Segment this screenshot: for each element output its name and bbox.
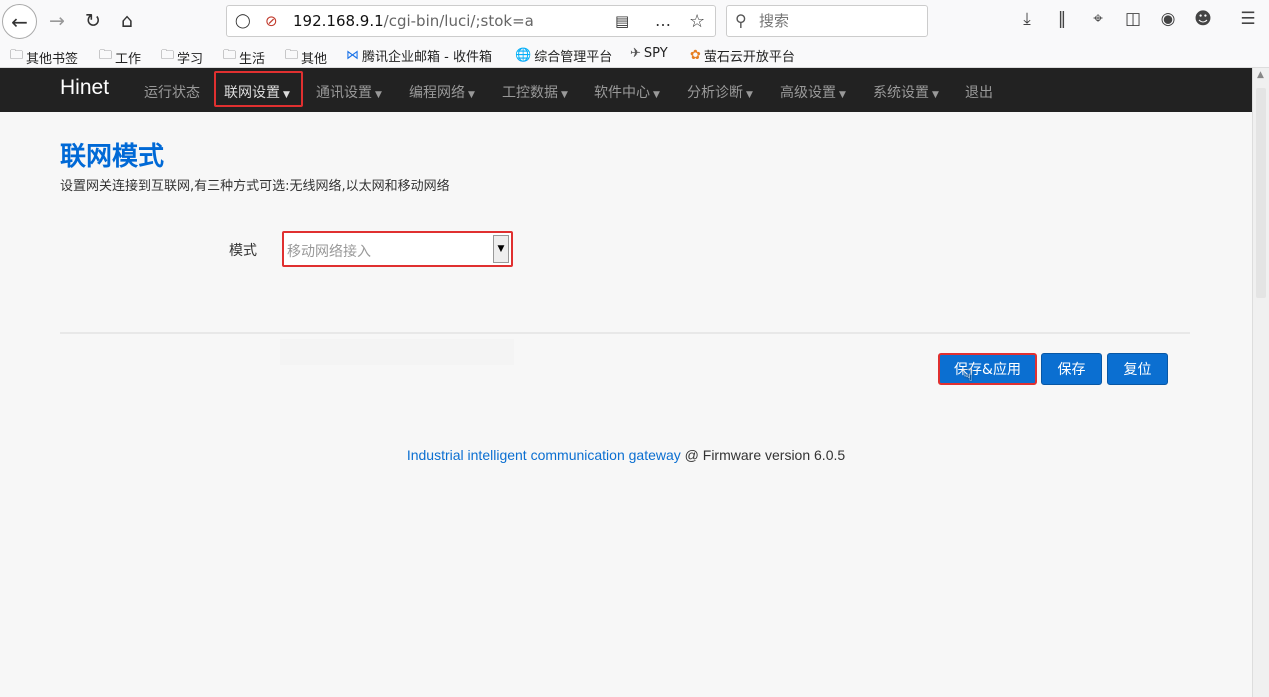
save-apply-button[interactable]: 保存&应用 xyxy=(938,353,1037,385)
url-bar[interactable]: ◯ ⊘ 192.168.9.1/cgi-bin/luci/;stok=a6e1e… xyxy=(226,5,716,37)
menu-icon[interactable]: ☰ xyxy=(1236,9,1260,29)
nav-item-logout[interactable]: 退出 xyxy=(965,82,993,102)
search-input[interactable] xyxy=(759,12,919,30)
ghost-artifact xyxy=(280,339,514,365)
section-divider xyxy=(60,332,1190,334)
nav-item-label: 系统设置 xyxy=(873,85,929,101)
nav-item-label: 工控数据 xyxy=(502,85,558,101)
bookmark-item[interactable]: 🌐 综合管理平台 xyxy=(515,46,612,65)
nav-item-comm[interactable]: 通讯设置 ▼ xyxy=(316,82,382,102)
bookmark-label: 工作 xyxy=(115,51,142,67)
chat-icon[interactable]: ◉ xyxy=(1156,9,1180,29)
nav-item-label: 编程网络 xyxy=(409,85,465,101)
insecure-lock-icon[interactable]: ⊘ xyxy=(265,12,278,30)
nav-item-system[interactable]: 系统设置 ▼ xyxy=(873,82,939,102)
folder-icon: 🗀 xyxy=(223,48,237,63)
download-icon[interactable]: ⤓ xyxy=(1015,9,1039,29)
caret-down-icon: ▼ xyxy=(746,90,753,100)
page-actions-icon[interactable]: … xyxy=(655,11,672,30)
nav-item-programming[interactable]: 编程网络 ▼ xyxy=(409,82,475,102)
caret-down-icon: ▼ xyxy=(932,90,939,100)
dropdown-arrow-icon[interactable]: ▼ xyxy=(493,235,509,263)
folder-icon: 🗀 xyxy=(99,48,113,63)
url-host: 192.168.9.1 xyxy=(293,12,384,30)
sidebar-icon[interactable]: ◫ xyxy=(1121,9,1145,29)
bookmarks-bar: 🗀 其他书签 🗀 工作 🗀 学习 🗀 生活 🗀 其他 ⋈ 腾讯企业邮箱 - 收件箱 🌐 综合管… xyxy=(0,42,1269,68)
hand-cursor-icon: ☟ xyxy=(963,366,974,386)
bookmark-label: 综合管理平台 xyxy=(534,50,613,65)
plane-icon: ✈ xyxy=(630,46,641,61)
bookmark-item[interactable]: 🗀 学习 xyxy=(161,46,203,68)
bookmark-item[interactable]: ✈ SPY xyxy=(630,46,668,61)
bookmark-label: 学习 xyxy=(177,51,204,67)
bookmark-label: 腾讯企业邮箱 - 收件箱 xyxy=(362,50,492,65)
bookmark-item[interactable]: 🗀 其他 xyxy=(285,46,327,68)
nav-item-label: 通讯设置 xyxy=(316,85,372,101)
scrollbar-thumb[interactable] xyxy=(1256,88,1266,298)
nav-item-label: 运行状态 xyxy=(144,85,200,101)
nav-item-label: 软件中心 xyxy=(594,85,650,101)
mail-icon: ⋈ xyxy=(346,48,359,63)
caret-down-icon: ▼ xyxy=(839,90,846,100)
page-scrollbar[interactable]: ▲ xyxy=(1252,68,1269,697)
nav-item-label: 分析诊断 xyxy=(687,85,743,101)
bookmark-item[interactable]: ✿ 萤石云开放平台 xyxy=(690,46,795,65)
ezviz-icon: ✿ xyxy=(690,48,701,63)
caret-down-icon: ▼ xyxy=(653,90,660,100)
search-icon: ⚲ xyxy=(735,11,747,30)
nav-item-status[interactable]: 运行状态 xyxy=(144,82,200,102)
nav-item-advanced[interactable]: 高级设置 ▼ xyxy=(780,82,846,102)
nav-item-diagnostics[interactable]: 分析诊断 ▼ xyxy=(687,82,753,102)
caret-down-icon: ▼ xyxy=(561,90,568,100)
url-text[interactable]: 192.168.9.1/cgi-bin/luci/;stok=a6e1e9 xyxy=(293,12,533,30)
caret-down-icon: ▼ xyxy=(468,90,475,100)
bookmark-item[interactable]: 🗀 工作 xyxy=(99,46,141,68)
reload-icon[interactable]: ↻ xyxy=(80,8,106,34)
folder-icon: 🗀 xyxy=(10,48,24,63)
home-icon[interactable]: ⌂ xyxy=(114,8,140,34)
mode-label: 模式 xyxy=(229,243,257,259)
back-arrow-icon[interactable]: ← xyxy=(2,4,37,39)
url-path: /cgi-bin/luci/;stok=a6e1e9 xyxy=(383,12,533,30)
brand-logo[interactable]: Hinet xyxy=(60,76,109,100)
mode-select-value: 移动网络接入 xyxy=(287,244,371,260)
scroll-up-icon[interactable]: ▲ xyxy=(1257,70,1264,80)
nav-item-software[interactable]: 软件中心 ▼ xyxy=(594,82,660,102)
account-icon[interactable]: ☻ xyxy=(1191,9,1215,29)
bookmark-label: 萤石云开放平台 xyxy=(703,50,795,65)
footer-link[interactable]: Industrial intelligent communication gat… xyxy=(407,447,681,463)
mode-select[interactable]: 移动网络接入 ▼ xyxy=(282,231,513,267)
save-button[interactable]: 保存 xyxy=(1041,353,1102,385)
reader-view-icon[interactable]: ▤ xyxy=(615,12,629,30)
bookmark-item[interactable]: ⋈ 腾讯企业邮箱 - 收件箱 xyxy=(346,46,492,65)
bookmark-label: 其他书签 xyxy=(26,51,79,67)
caret-down-icon: ▼ xyxy=(375,90,382,100)
bookmark-item[interactable]: 🗀 生活 xyxy=(223,46,265,68)
folder-icon: 🗀 xyxy=(161,48,175,63)
footer-version: @ Firmware version 6.0.5 xyxy=(680,447,846,463)
app-navbar: Hinet 运行状态 联网设置 ▼ 通讯设置 ▼ 编程网络 ▼ 工控数据 ▼ 软件中心 ▼… xyxy=(0,68,1252,112)
globe-icon: 🌐 xyxy=(515,48,532,63)
browser-toolbar: ← → ↻ ⌂ ◯ ⊘ 192.168.9.1/cgi-bin/luci/;st… xyxy=(0,0,1269,42)
nav-item-label: 退出 xyxy=(965,85,993,101)
bookmark-label: SPY xyxy=(643,46,668,61)
forward-arrow-icon[interactable]: → xyxy=(44,8,70,34)
bookmark-label: 生活 xyxy=(239,51,266,67)
nav-item-industrial-data[interactable]: 工控数据 ▼ xyxy=(502,82,568,102)
library-icon[interactable]: ‖ xyxy=(1050,9,1074,29)
nav-item-label: 高级设置 xyxy=(780,85,836,101)
page-description: 设置网关连接到互联网,有三种方式可选:无线网络,以太网和移动网络 xyxy=(60,179,450,194)
nav-highlight-box xyxy=(214,71,303,107)
search-bar[interactable]: ⚲ xyxy=(726,5,928,37)
bookmark-item[interactable]: 🗀 其他书签 xyxy=(10,46,78,68)
screenshot-icon[interactable]: ⌖ xyxy=(1086,9,1110,29)
reset-button[interactable]: 复位 xyxy=(1107,353,1168,385)
bookmark-label: 其他 xyxy=(301,51,328,67)
bookmark-star-icon[interactable]: ☆ xyxy=(689,11,705,32)
page-title: 联网模式 xyxy=(60,142,165,172)
footer: Industrial intelligent communication gat… xyxy=(0,447,1252,463)
folder-icon: 🗀 xyxy=(285,48,299,63)
shield-icon[interactable]: ◯ xyxy=(235,13,251,29)
